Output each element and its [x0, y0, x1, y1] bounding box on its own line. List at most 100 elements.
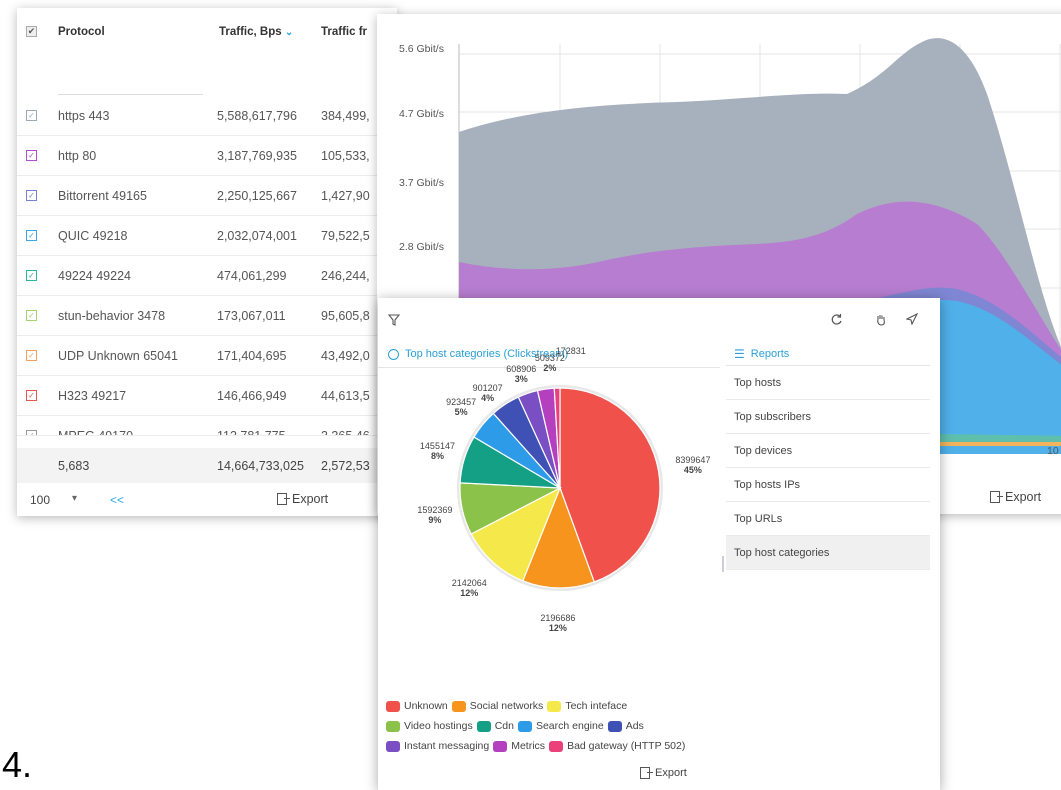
pie-legend: Unknown Social networks Tech inteface Video…	[386, 698, 716, 758]
legend-swatch	[386, 701, 400, 712]
cell-traffic: 173,067,011	[217, 309, 286, 323]
table-header: ✔ Protocol Traffic, Bps ⌄ Traffic fr	[17, 8, 397, 96]
table-row[interactable]: ✓ stun-behavior 3478 173,067,011 95,605,8	[17, 296, 397, 336]
y-tick-label: 5.6 Gbit/s	[399, 43, 444, 55]
cell-traffic-fr: 44,613,5	[321, 389, 370, 403]
reports-panel: ☰ Reports Top hosts Top subscribers Top de…	[726, 342, 930, 582]
column-header-traffic[interactable]: Traffic, Bps ⌄	[219, 26, 293, 38]
table-total-row: 5,683 14,664,733,025 2,572,53	[17, 448, 397, 483]
reports-header: ☰ Reports	[726, 342, 930, 366]
report-item[interactable]: Top host categories	[726, 536, 930, 570]
legend-item[interactable]: Cdn	[476, 718, 514, 735]
refresh-icon[interactable]	[830, 313, 843, 329]
legend-label: Tech inteface	[565, 700, 628, 712]
cell-traffic: 112,781,775	[217, 429, 286, 436]
chevron-down-icon[interactable]: ▾	[72, 493, 77, 504]
column-header-traffic-fr[interactable]: Traffic fr	[321, 26, 367, 38]
cell-traffic: 2,032,074,001	[217, 229, 297, 243]
legend-item[interactable]: Ads	[607, 718, 644, 735]
sort-desc-icon[interactable]: ⌄	[285, 27, 293, 38]
cell-traffic: 171,404,695	[217, 349, 287, 363]
table-export-button[interactable]: Export	[277, 492, 328, 506]
legend-swatch	[386, 741, 400, 752]
cell-traffic: 2,250,125,667	[217, 189, 297, 203]
legend-swatch	[549, 741, 564, 752]
pager-first-button[interactable]: <<	[110, 493, 124, 507]
table-row[interactable]: ✓ https 443 5,588,617,796 384,499,	[17, 96, 397, 136]
legend-swatch	[547, 701, 562, 712]
table-export-label: Export	[292, 492, 329, 506]
cell-protocol: https 443	[58, 109, 110, 123]
legend-label: Ads	[625, 720, 644, 732]
send-icon[interactable]	[905, 312, 919, 328]
row-checkbox[interactable]: ✓	[26, 310, 37, 321]
page-fragment: 4.	[2, 744, 33, 785]
page-size-select[interactable]: 100	[30, 493, 50, 507]
row-checkbox[interactable]: ✓	[26, 270, 37, 281]
report-item[interactable]: Top subscribers	[726, 400, 930, 434]
cell-traffic-fr: 3,365,46	[321, 429, 370, 436]
legend-item[interactable]: Search engine	[517, 718, 604, 735]
export-icon	[990, 491, 1003, 503]
pie-data-label: 2142064 12%	[447, 578, 491, 598]
legend-swatch	[451, 701, 466, 712]
pie-export-button[interactable]: Export	[640, 767, 687, 779]
legend-item[interactable]: Bad gateway (HTTP 502)	[549, 738, 685, 755]
row-checkbox[interactable]: ✓	[26, 350, 37, 361]
table-footer: 100 ▾ << Export	[17, 484, 397, 516]
legend-item[interactable]: Instant messaging	[386, 738, 489, 755]
row-checkbox[interactable]: ✓	[26, 150, 37, 161]
table-row[interactable]: ✓ H323 49217 146,466,949 44,613,5	[17, 376, 397, 416]
report-item[interactable]: Top hosts IPs	[726, 468, 930, 502]
legend-label: Cdn	[494, 720, 514, 732]
row-checkbox[interactable]: ✓	[26, 110, 37, 121]
column-header-protocol[interactable]: Protocol	[58, 26, 105, 38]
legend-swatch	[476, 721, 491, 732]
row-checkbox[interactable]: ✓	[26, 230, 37, 241]
cell-traffic: 146,466,949	[217, 389, 287, 403]
total-traffic: 14,664,733,025	[217, 459, 304, 473]
pie-label-value: 172831	[555, 346, 586, 357]
report-item[interactable]: Top devices	[726, 434, 930, 468]
table-row[interactable]: ✓ UDP Unknown 65041 171,404,695 43,492,0	[17, 336, 397, 376]
pie-label-percent: 5%	[454, 406, 468, 417]
cell-traffic-fr: 246,244,	[321, 269, 370, 283]
chart-export-button[interactable]: Export	[990, 490, 1041, 504]
pie-label-percent: 8%	[430, 451, 444, 461]
select-all-checkbox[interactable]: ✔	[26, 26, 37, 37]
cell-protocol: http 80	[58, 149, 97, 163]
legend-item[interactable]: Video hostings	[386, 718, 473, 735]
table-row[interactable]: ✓ http 80 3,187,769,935 105,533,	[17, 136, 397, 176]
table-row[interactable]: ✓ 49224 49224 474,061,299 246,244,	[17, 256, 397, 296]
row-checkbox[interactable]: ✓	[26, 390, 37, 401]
legend-item[interactable]: Metrics	[493, 738, 545, 755]
reports-header-label: Reports	[750, 347, 790, 360]
legend-swatch	[517, 721, 532, 732]
cell-protocol: QUIC 49218	[58, 229, 128, 243]
row-checkbox[interactable]: ✓	[26, 190, 37, 201]
pie-data-label: 172831	[549, 346, 593, 356]
table-row[interactable]: ✓ MPEG 49170 112,781,775 3,365,46	[17, 416, 397, 436]
legend-label: Bad gateway (HTTP 502)	[567, 740, 686, 752]
y-tick-label: 3.7 Gbit/s	[399, 177, 444, 189]
table-row[interactable]: ✓ Bittorrent 49165 2,250,125,667 1,427,90	[17, 176, 397, 216]
pie-label-percent: 12%	[460, 587, 479, 598]
pie-label-percent: 45%	[683, 464, 702, 475]
row-checkbox[interactable]: ✓	[26, 430, 37, 435]
legend-item[interactable]: Tech inteface	[547, 698, 627, 715]
report-item[interactable]: Top URLs	[726, 502, 930, 536]
table-row[interactable]: ✓ QUIC 49218 2,032,074,001 79,522,5	[17, 216, 397, 256]
pie-label-percent: 4%	[481, 392, 495, 403]
protocol-table-panel: ✔ Protocol Traffic, Bps ⌄ Traffic fr ✓ ht…	[17, 8, 397, 516]
column-header-traffic-label: Traffic, Bps	[219, 26, 282, 38]
splitter-handle[interactable]	[722, 556, 724, 572]
legend-item[interactable]: Unknown	[386, 698, 448, 715]
hand-icon[interactable]	[875, 313, 887, 329]
legend-item[interactable]: Social networks	[451, 698, 543, 715]
legend-label: Metrics	[511, 740, 546, 752]
cell-traffic-fr: 95,605,8	[321, 309, 370, 323]
report-item[interactable]: Top hosts	[726, 366, 930, 400]
cell-traffic: 5,588,617,796	[217, 109, 297, 123]
cell-protocol: Bittorrent 49165	[58, 189, 147, 203]
cell-traffic: 3,187,769,935	[217, 149, 297, 163]
